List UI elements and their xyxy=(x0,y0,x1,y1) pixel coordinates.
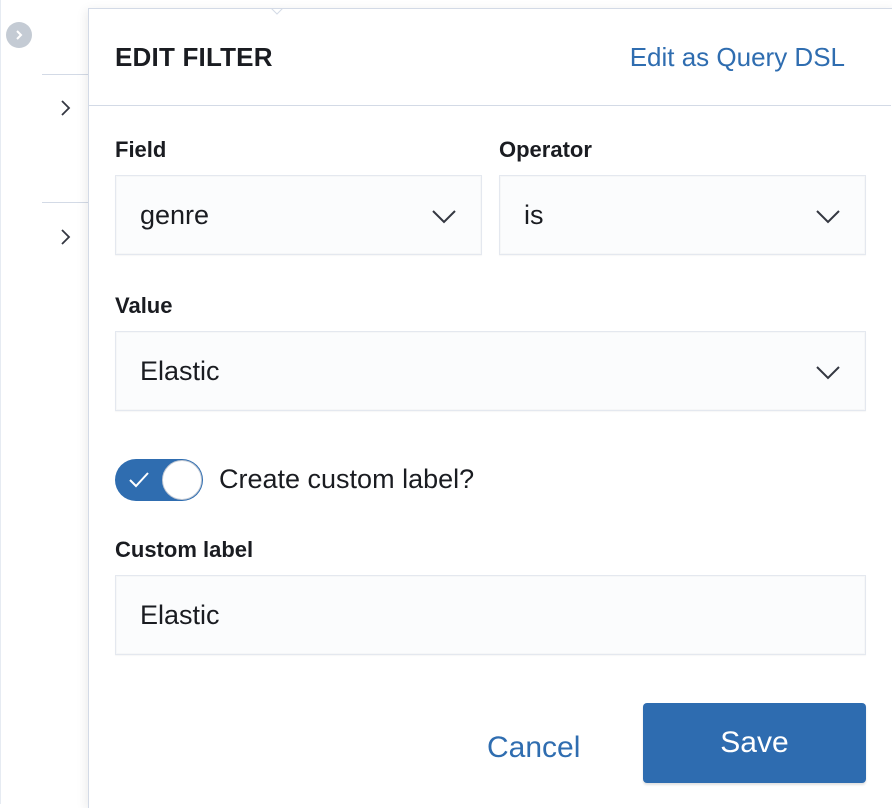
operator-select[interactable]: is xyxy=(499,175,866,255)
custom-label-label: Custom label xyxy=(115,537,254,562)
popover-header: EDIT FILTER Edit as Query DSL xyxy=(89,9,891,106)
value-select-value: Elastic xyxy=(140,355,220,386)
chevron-right-icon[interactable] xyxy=(56,227,76,247)
background-sidebar xyxy=(0,0,100,804)
popover-arrow xyxy=(271,8,284,15)
custom-label-input[interactable]: Elastic xyxy=(115,575,866,655)
field-label: Field xyxy=(115,137,167,162)
sidebar-border xyxy=(0,0,1,804)
chevron-down-icon xyxy=(816,210,840,224)
check-icon xyxy=(129,472,149,488)
chevron-down-icon xyxy=(816,366,840,380)
value-select[interactable]: Elastic xyxy=(115,331,866,411)
cancel-button[interactable]: Cancel xyxy=(487,731,580,765)
chevron-down-icon xyxy=(432,210,456,224)
value-label: Value xyxy=(115,293,173,318)
edit-filter-popover: EDIT FILTER Edit as Query DSL Field genr… xyxy=(88,8,892,808)
save-button[interactable]: Save xyxy=(643,703,866,783)
field-select-value: genre xyxy=(140,199,210,230)
save-button-label: Save xyxy=(720,726,789,759)
chevron-right-icon[interactable] xyxy=(56,98,76,118)
operator-select-value: is xyxy=(524,199,544,230)
field-select[interactable]: genre xyxy=(115,175,482,255)
toggle-knob xyxy=(162,460,202,500)
popover-title: EDIT FILTER xyxy=(115,42,273,72)
custom-label-input-value: Elastic xyxy=(140,599,220,630)
collapse-circle-icon[interactable] xyxy=(6,22,32,48)
custom-label-toggle[interactable] xyxy=(115,459,203,501)
operator-label: Operator xyxy=(499,137,592,162)
edit-as-query-dsl-link[interactable]: Edit as Query DSL xyxy=(630,42,845,73)
custom-label-toggle-label[interactable]: Create custom label? xyxy=(219,464,474,495)
